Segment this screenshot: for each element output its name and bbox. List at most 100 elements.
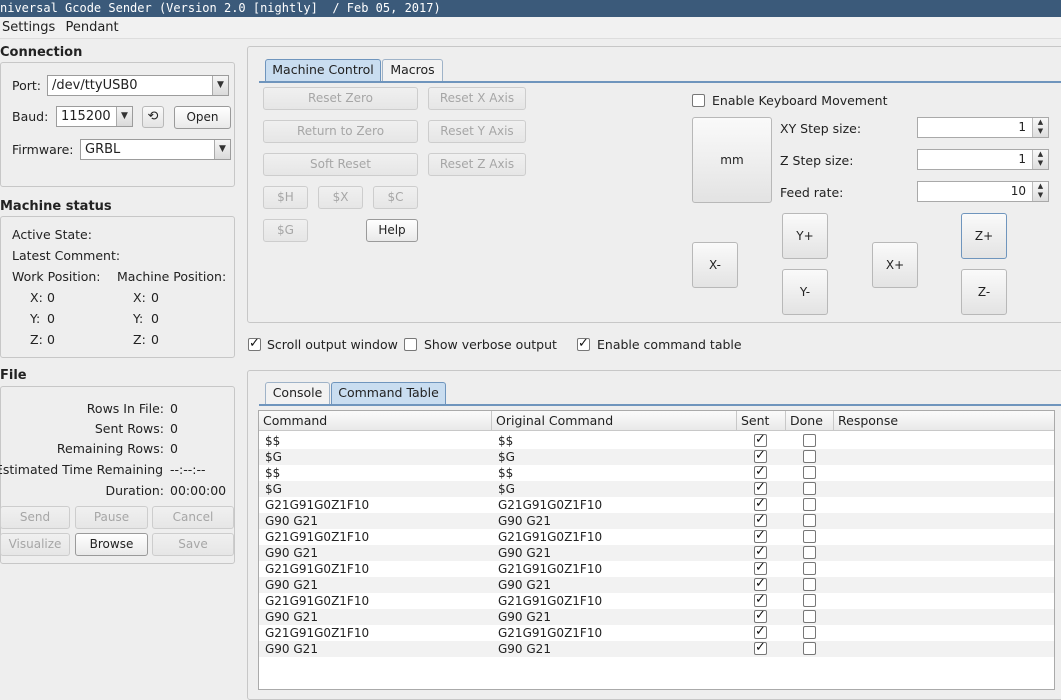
table-row[interactable]: $$ $$ <box>259 464 1054 481</box>
cell-done-checkbox[interactable] <box>803 546 816 559</box>
cell-done-checkbox[interactable] <box>803 594 816 607</box>
stepper-arrows[interactable]: ▲ ▼ <box>1032 118 1048 137</box>
tab-console[interactable]: Console <box>265 382 330 404</box>
cell-done-checkbox[interactable] <box>803 466 816 479</box>
cell-done-checkbox[interactable] <box>803 498 816 511</box>
home-command-button[interactable]: $H <box>263 186 308 209</box>
cell-done-checkbox[interactable] <box>803 514 816 527</box>
cell-sent-checkbox[interactable] <box>754 544 767 560</box>
cell-sent-checkbox[interactable] <box>754 592 767 608</box>
reset-x-axis-button[interactable]: Reset X Axis <box>428 87 526 110</box>
table-row[interactable]: $G $G <box>259 480 1054 497</box>
cell-sent-checkbox[interactable] <box>754 624 767 640</box>
scroll-output-checkbox[interactable] <box>248 336 261 351</box>
table-row[interactable]: G90 G21 G90 G21 <box>259 640 1054 657</box>
units-toggle-button[interactable]: mm <box>692 117 772 203</box>
soft-reset-button[interactable]: Soft Reset <box>263 153 418 176</box>
verbose-output-checkbox[interactable] <box>404 338 417 351</box>
table-row[interactable]: G90 G21 G90 G21 <box>259 576 1054 593</box>
cell-done-checkbox[interactable] <box>803 578 816 591</box>
stepper-arrows[interactable]: ▲ ▼ <box>1032 182 1048 201</box>
reset-zero-button[interactable]: Reset Zero <box>263 87 418 110</box>
table-row[interactable]: G90 G21 G90 G21 <box>259 512 1054 529</box>
xy-step-input[interactable]: 1 ▲ ▼ <box>917 117 1049 138</box>
table-row[interactable]: G21G91G0Z1F10 G21G91G0Z1F10 <box>259 560 1054 577</box>
browse-button[interactable]: Browse <box>75 533 148 556</box>
file-title: File <box>0 368 27 383</box>
tab-macros[interactable]: Macros <box>382 59 443 81</box>
jog-z-minus-button[interactable]: Z- <box>961 269 1007 315</box>
jog-y-plus-button[interactable]: Y+ <box>782 213 828 259</box>
refresh-ports-button[interactable]: ⟲ <box>142 106 164 128</box>
check-command-button[interactable]: $C <box>373 186 418 209</box>
table-row[interactable]: G21G91G0Z1F10 G21G91G0Z1F10 <box>259 624 1054 641</box>
eta-label: Estimated Time Remaining: <box>0 462 164 477</box>
menu-pendant[interactable]: Pendant <box>63 17 120 37</box>
table-row[interactable]: $G $G <box>259 448 1054 465</box>
cell-sent-checkbox[interactable] <box>754 464 767 480</box>
table-row[interactable]: G21G91G0Z1F10 G21G91G0Z1F10 <box>259 592 1054 609</box>
help-button[interactable]: Help <box>366 219 418 242</box>
cell-sent-checkbox[interactable] <box>754 496 767 512</box>
command-table[interactable]: Command Original Command Sent Done Respo… <box>258 410 1055 690</box>
cell-done-checkbox[interactable] <box>803 434 816 447</box>
jog-z-plus-button[interactable]: Z+ <box>961 213 1007 259</box>
cell-done-checkbox[interactable] <box>803 562 816 575</box>
save-button[interactable]: Save <box>152 533 234 556</box>
cell-sent-checkbox[interactable] <box>754 432 767 448</box>
pause-button[interactable]: Pause <box>75 506 148 529</box>
tab-underline <box>259 404 1061 406</box>
table-row[interactable]: G21G91G0Z1F10 G21G91G0Z1F10 <box>259 528 1054 545</box>
cell-done-checkbox[interactable] <box>803 642 816 655</box>
cell-done-checkbox[interactable] <box>803 482 816 495</box>
cell-sent-checkbox[interactable] <box>754 576 767 592</box>
table-row[interactable]: G90 G21 G90 G21 <box>259 608 1054 625</box>
cell-sent-checkbox[interactable] <box>754 640 767 656</box>
gcode-state-button[interactable]: $G <box>263 219 308 242</box>
cell-done-checkbox[interactable] <box>803 530 816 543</box>
table-row[interactable]: G21G91G0Z1F10 G21G91G0Z1F10 <box>259 496 1054 513</box>
reset-y-axis-button[interactable]: Reset Y Axis <box>428 120 526 143</box>
table-row[interactable]: G90 G21 G90 G21 <box>259 544 1054 561</box>
send-button[interactable]: Send <box>0 506 70 529</box>
header-sent[interactable]: Sent <box>737 411 786 431</box>
menu-settings[interactable]: Settings <box>0 17 57 37</box>
feed-rate-input[interactable]: 10 ▲ ▼ <box>917 181 1049 202</box>
cell-sent-checkbox[interactable] <box>754 480 767 496</box>
z-step-input[interactable]: 1 ▲ ▼ <box>917 149 1049 170</box>
jog-x-plus-button[interactable]: X+ <box>872 242 918 288</box>
header-original-command[interactable]: Original Command <box>492 411 737 431</box>
cell-sent-checkbox[interactable] <box>754 448 767 464</box>
jog-x-minus-button[interactable]: X- <box>692 242 738 288</box>
enable-keyboard-checkbox[interactable] <box>692 94 705 107</box>
cell-done-checkbox[interactable] <box>803 610 816 623</box>
cell-original-command: G90 G21 <box>498 610 551 624</box>
cell-original-command: G90 G21 <box>498 578 551 592</box>
firmware-select[interactable]: GRBL ▼ <box>80 139 231 160</box>
cancel-button[interactable]: Cancel <box>152 506 234 529</box>
return-to-zero-button[interactable]: Return to Zero <box>263 120 418 143</box>
jog-y-minus-button[interactable]: Y- <box>782 269 828 315</box>
unlock-command-button[interactable]: $X <box>318 186 363 209</box>
command-table-checkbox[interactable] <box>577 336 590 351</box>
cell-sent-checkbox[interactable] <box>754 512 767 528</box>
visualize-button[interactable]: Visualize <box>0 533 70 556</box>
tab-machine-control[interactable]: Machine Control <box>265 59 381 81</box>
header-response[interactable]: Response <box>834 411 1054 431</box>
header-command[interactable]: Command <box>259 411 492 431</box>
port-select[interactable]: /dev/ttyUSB0 ▼ <box>47 75 229 96</box>
cell-done-checkbox[interactable] <box>803 626 816 639</box>
table-row[interactable]: $$ $$ <box>259 432 1054 449</box>
cell-done-checkbox[interactable] <box>803 450 816 463</box>
cell-command: $G <box>265 482 282 496</box>
reset-z-axis-button[interactable]: Reset Z Axis <box>428 153 526 176</box>
machine-y-axis: Y: <box>133 311 144 326</box>
cell-sent-checkbox[interactable] <box>754 528 767 544</box>
cell-sent-checkbox[interactable] <box>754 560 767 576</box>
open-button[interactable]: Open <box>174 106 231 129</box>
cell-sent-checkbox[interactable] <box>754 608 767 624</box>
header-done[interactable]: Done <box>786 411 834 431</box>
tab-command-table[interactable]: Command Table <box>331 382 446 404</box>
stepper-arrows[interactable]: ▲ ▼ <box>1032 150 1048 169</box>
baud-select[interactable]: 115200 ▼ <box>56 106 133 127</box>
